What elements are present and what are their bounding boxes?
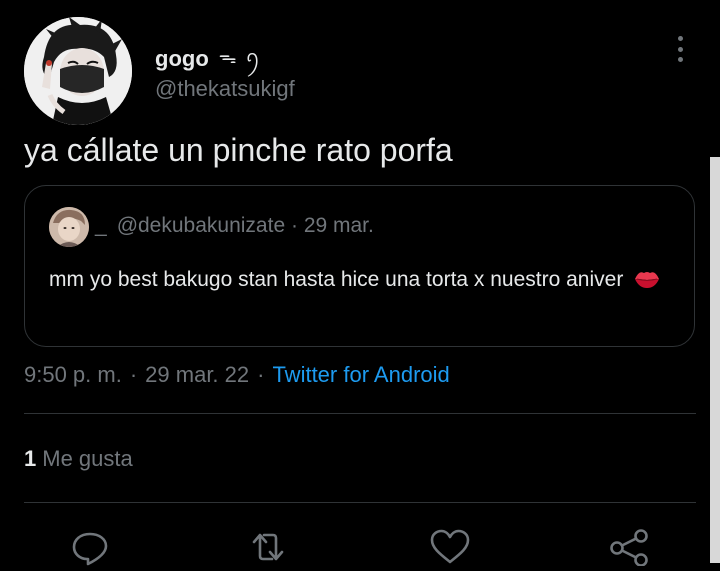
quoted-text-container: mm yo best bakugo stan hasta hice una to… [49, 264, 669, 301]
tweet-date[interactable]: 29 mar. 22 [145, 362, 249, 387]
tweet-actions-bar [0, 526, 720, 567]
like-icon[interactable] [426, 526, 474, 566]
quoted-avatar-image [49, 207, 89, 247]
author-display-name[interactable]: gogo [155, 46, 209, 72]
quoted-date[interactable]: 29 mar. [304, 214, 374, 237]
quoted-tweet[interactable]: _ @dekubakunizate · 29 mar. mm yo best ba… [24, 185, 695, 347]
author-name-row[interactable]: gogo ᯓ ꪆ [155, 40, 262, 78]
tweet-meta: 9:50 p. m. · 29 mar. 22 · Twitter for Androi… [24, 362, 450, 388]
reply-icon[interactable] [66, 526, 114, 566]
author-handle[interactable]: @thekatsukigf [155, 76, 295, 102]
scrollbar[interactable] [710, 157, 720, 563]
tweet-source-link[interactable]: Twitter for Android [272, 362, 449, 387]
retweet-icon[interactable] [244, 526, 292, 566]
tweet-text: ya cállate un pinche rato porfa [24, 132, 453, 168]
author-avatar-image [24, 17, 132, 125]
divider [24, 502, 696, 503]
tweet-time[interactable]: 9:50 p. m. [24, 362, 122, 387]
quoted-header: _ @dekubakunizate · 29 mar. [95, 214, 374, 238]
divider [24, 413, 696, 414]
likes-summary[interactable]: 1 Me gusta [24, 446, 133, 472]
author-avatar[interactable] [24, 17, 132, 125]
quoted-separator: · [290, 214, 298, 237]
likes-count: 1 [24, 446, 37, 471]
name-decoration: ᯓ ꪆ [218, 47, 263, 67]
more-options-icon[interactable] [666, 34, 694, 64]
kiss-mark-emoji [633, 267, 661, 301]
meta-separator: · [257, 362, 265, 387]
quoted-display-name[interactable]: _ [95, 214, 107, 237]
meta-separator: · [129, 362, 138, 387]
tweet-header: gogo ᯓ ꪆ @thekatsukigf [0, 0, 720, 130]
quoted-text: mm yo best bakugo stan hasta hice una to… [49, 268, 624, 291]
likes-label: Me gusta [42, 446, 133, 471]
quoted-author-avatar[interactable] [49, 207, 89, 247]
share-icon[interactable] [606, 526, 654, 567]
quoted-handle[interactable]: @dekubakunizate [117, 214, 285, 237]
